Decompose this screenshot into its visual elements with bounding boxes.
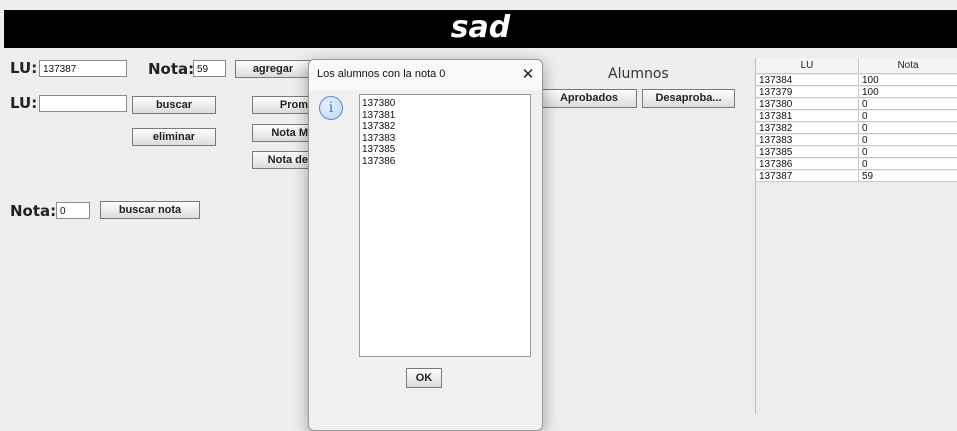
table-cell-nota[interactable]: 100 [859,75,957,86]
dialog-title: Los alumnos con la nota 0 [317,68,446,80]
lu-label: LU: [10,59,38,77]
list-item[interactable]: 137382 [362,121,528,133]
table-cell-nota[interactable]: 0 [859,135,957,146]
list-item[interactable]: 137380 [362,98,528,110]
alumnos-table[interactable]: LU Nota 137384 100 137379 100 137380 0 137381 0… [755,58,957,414]
table-cell-nota[interactable]: 0 [859,123,957,134]
table-row[interactable]: 137386 0 [756,159,957,170]
table-cell-lu[interactable]: 137380 [756,99,859,110]
table-row[interactable]: 137380 0 [756,99,957,110]
table-cell-nota[interactable]: 0 [859,147,957,158]
table-row[interactable]: 137382 0 [756,123,957,134]
buscar-nota-button[interactable]: buscar nota [100,201,200,219]
alumnos-label: Alumnos [608,66,669,82]
info-icon: i [319,96,343,120]
table-cell-lu[interactable]: 137384 [756,75,859,86]
promedio-button[interactable]: Prom [252,96,311,114]
dialog-header: Los alumnos con la nota 0 ✕ [309,60,542,90]
table-cell-lu[interactable]: 137386 [756,159,859,170]
table-cell-lu[interactable]: 137381 [756,111,859,122]
list-item[interactable]: 137383 [362,133,528,145]
table-cell-nota[interactable]: 100 [859,87,957,98]
lu-search-input[interactable] [39,95,127,112]
desaprobados-button[interactable]: Desaproba... [642,89,735,108]
table-row[interactable]: 137383 0 [756,135,957,146]
nota-max-button[interactable]: Nota M [252,124,311,142]
buscar-button[interactable]: buscar [132,96,216,114]
lu-input[interactable]: 137387 [39,60,127,77]
eliminar-button[interactable]: eliminar [132,128,216,146]
table-row[interactable]: 137381 0 [756,111,957,122]
table-row[interactable]: 137385 0 [756,147,957,158]
nota-de-button[interactable]: Nota de [252,151,311,169]
table-cell-lu[interactable]: 137382 [756,123,859,134]
table-cell-nota[interactable]: 0 [859,99,957,110]
table-cell-lu[interactable]: 137385 [756,147,859,158]
nota-search-input[interactable]: 0 [56,202,90,219]
table-cell-lu[interactable]: 137379 [756,87,859,98]
close-icon[interactable]: ✕ [519,64,537,84]
table-row[interactable]: 137384 100 [756,75,957,86]
table-header-lu[interactable]: LU [756,58,859,74]
table-cell-nota[interactable]: 0 [859,111,957,122]
table-cell-nota[interactable]: 0 [859,159,957,170]
list-item[interactable]: 137385 [362,144,528,156]
message-dialog: Los alumnos con la nota 0 ✕ i 137380 1373… [308,59,543,431]
table-row[interactable]: 137379 100 [756,87,957,98]
table-cell-lu[interactable]: 137383 [756,135,859,146]
agregar-button[interactable]: agregar [235,60,311,78]
table-row[interactable]: 137387 59 [756,171,957,182]
table-cell-lu[interactable]: 137387 [756,171,859,182]
app-title: sad [450,10,511,45]
dialog-result-list[interactable]: 137380 137381 137382 137383 137385 137386 [359,94,531,357]
lu-search-label: LU: [10,94,38,112]
ok-button[interactable]: OK [406,368,442,388]
nota-input[interactable]: 59 [193,60,226,77]
aprobados-button[interactable]: Aprobados [541,89,637,108]
nota-search-label: Nota: [10,202,57,220]
table-cell-nota[interactable]: 59 [859,171,957,182]
list-item[interactable]: 137386 [362,156,528,168]
title-bar: sad [4,10,957,48]
nota-label: Nota: [148,60,195,78]
table-header-nota[interactable]: Nota [859,58,957,74]
list-item[interactable]: 137381 [362,110,528,122]
